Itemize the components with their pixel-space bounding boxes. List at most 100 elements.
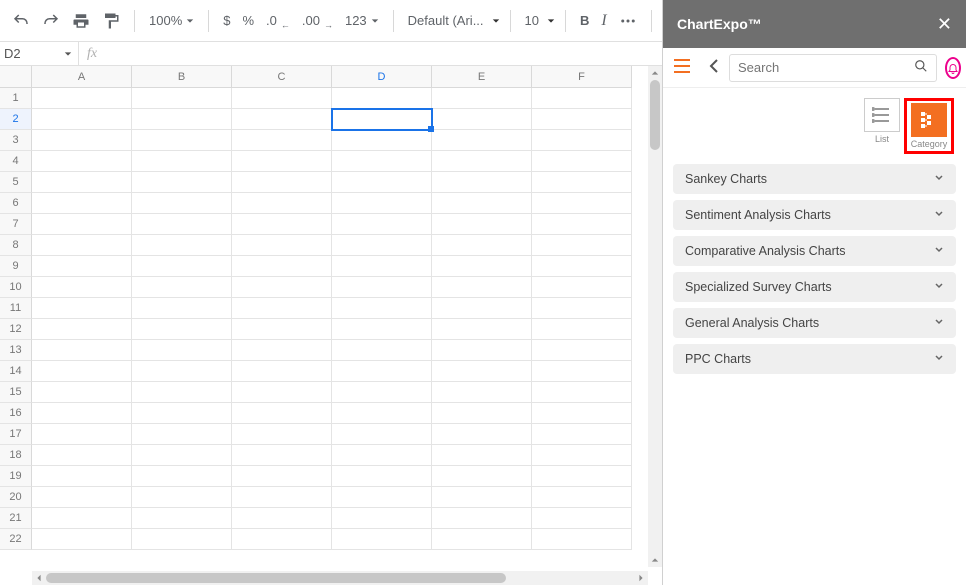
cell[interactable]	[432, 340, 532, 361]
row-header[interactable]: 20	[0, 487, 32, 508]
cell[interactable]	[532, 235, 632, 256]
undo-button[interactable]	[8, 8, 34, 34]
cell[interactable]	[132, 151, 232, 172]
cell[interactable]	[332, 256, 432, 277]
cell[interactable]	[532, 151, 632, 172]
cell[interactable]	[532, 298, 632, 319]
search-input[interactable]	[738, 60, 914, 75]
row-header[interactable]: 12	[0, 319, 32, 340]
cell[interactable]	[532, 508, 632, 529]
format-percent-button[interactable]: %	[238, 13, 258, 28]
cell[interactable]	[332, 382, 432, 403]
select-all-corner[interactable]	[0, 66, 32, 88]
cell[interactable]	[432, 445, 532, 466]
print-button[interactable]	[68, 8, 94, 34]
cell[interactable]	[532, 277, 632, 298]
cell[interactable]	[32, 403, 132, 424]
cell[interactable]	[32, 88, 132, 109]
cell[interactable]	[132, 193, 232, 214]
row-header[interactable]: 9	[0, 256, 32, 277]
cell[interactable]	[332, 172, 432, 193]
font-select[interactable]: Default (Ari...	[404, 13, 488, 28]
cell[interactable]	[432, 256, 532, 277]
column-header[interactable]: E	[432, 66, 532, 88]
name-box[interactable]: D2	[0, 46, 78, 61]
cell[interactable]	[232, 466, 332, 487]
cell[interactable]	[132, 424, 232, 445]
cell[interactable]	[432, 487, 532, 508]
more-toolbar-button[interactable]	[615, 8, 641, 34]
category-item[interactable]: Comparative Analysis Charts	[673, 236, 956, 266]
cell[interactable]	[132, 172, 232, 193]
category-item[interactable]: Specialized Survey Charts	[673, 272, 956, 302]
notifications-button[interactable]	[945, 57, 961, 79]
cell[interactable]	[232, 529, 332, 550]
search-box[interactable]	[729, 54, 937, 82]
cell[interactable]	[332, 487, 432, 508]
close-sidebar-button[interactable]: ✕	[937, 14, 952, 35]
scroll-up-button[interactable]	[648, 553, 662, 567]
menu-icon[interactable]	[673, 59, 691, 76]
row-header[interactable]: 6	[0, 193, 32, 214]
cell[interactable]	[232, 382, 332, 403]
cell[interactable]	[532, 193, 632, 214]
cell[interactable]	[32, 529, 132, 550]
zoom-select[interactable]: 100%	[145, 13, 198, 28]
cell[interactable]	[432, 361, 532, 382]
cell[interactable]	[32, 172, 132, 193]
cell[interactable]	[332, 361, 432, 382]
cell[interactable]	[332, 88, 432, 109]
cell[interactable]	[532, 214, 632, 235]
more-formats-button[interactable]: 123	[341, 13, 383, 28]
cell[interactable]	[132, 298, 232, 319]
row-header[interactable]: 2	[0, 109, 32, 130]
row-header[interactable]: 3	[0, 130, 32, 151]
scroll-left-icon[interactable]	[32, 571, 46, 585]
category-view-toggle[interactable]: Category	[909, 103, 949, 149]
cell[interactable]	[432, 319, 532, 340]
cell[interactable]	[232, 151, 332, 172]
cell[interactable]	[232, 130, 332, 151]
cell[interactable]	[432, 235, 532, 256]
cell[interactable]	[32, 214, 132, 235]
redo-button[interactable]	[38, 8, 64, 34]
cell[interactable]	[232, 508, 332, 529]
cell[interactable]	[432, 508, 532, 529]
cell[interactable]	[532, 382, 632, 403]
back-button[interactable]	[707, 59, 721, 76]
cell[interactable]	[32, 235, 132, 256]
cell[interactable]	[532, 487, 632, 508]
cell[interactable]	[332, 466, 432, 487]
cell[interactable]	[132, 235, 232, 256]
row-header[interactable]: 1	[0, 88, 32, 109]
cell[interactable]	[532, 130, 632, 151]
cell[interactable]	[132, 277, 232, 298]
cell[interactable]	[132, 256, 232, 277]
cell[interactable]	[32, 130, 132, 151]
cell[interactable]	[332, 319, 432, 340]
cell[interactable]	[432, 424, 532, 445]
cell[interactable]	[232, 445, 332, 466]
cell[interactable]	[432, 277, 532, 298]
cell[interactable]	[332, 298, 432, 319]
cell[interactable]	[532, 466, 632, 487]
row-header[interactable]: 10	[0, 277, 32, 298]
cell[interactable]	[132, 529, 232, 550]
cell[interactable]	[232, 319, 332, 340]
cell[interactable]	[232, 172, 332, 193]
paint-format-button[interactable]	[98, 8, 124, 34]
row-header[interactable]: 16	[0, 403, 32, 424]
cell[interactable]	[232, 403, 332, 424]
row-header[interactable]: 13	[0, 340, 32, 361]
category-item[interactable]: Sankey Charts	[673, 164, 956, 194]
font-size-value[interactable]: 10	[521, 13, 543, 28]
horizontal-scroll-thumb[interactable]	[46, 573, 506, 583]
cell[interactable]	[532, 361, 632, 382]
cell[interactable]	[232, 277, 332, 298]
cell[interactable]	[232, 487, 332, 508]
cell[interactable]	[232, 109, 332, 130]
cell[interactable]	[132, 109, 232, 130]
row-header[interactable]: 11	[0, 298, 32, 319]
cell[interactable]	[532, 88, 632, 109]
cell[interactable]	[32, 466, 132, 487]
